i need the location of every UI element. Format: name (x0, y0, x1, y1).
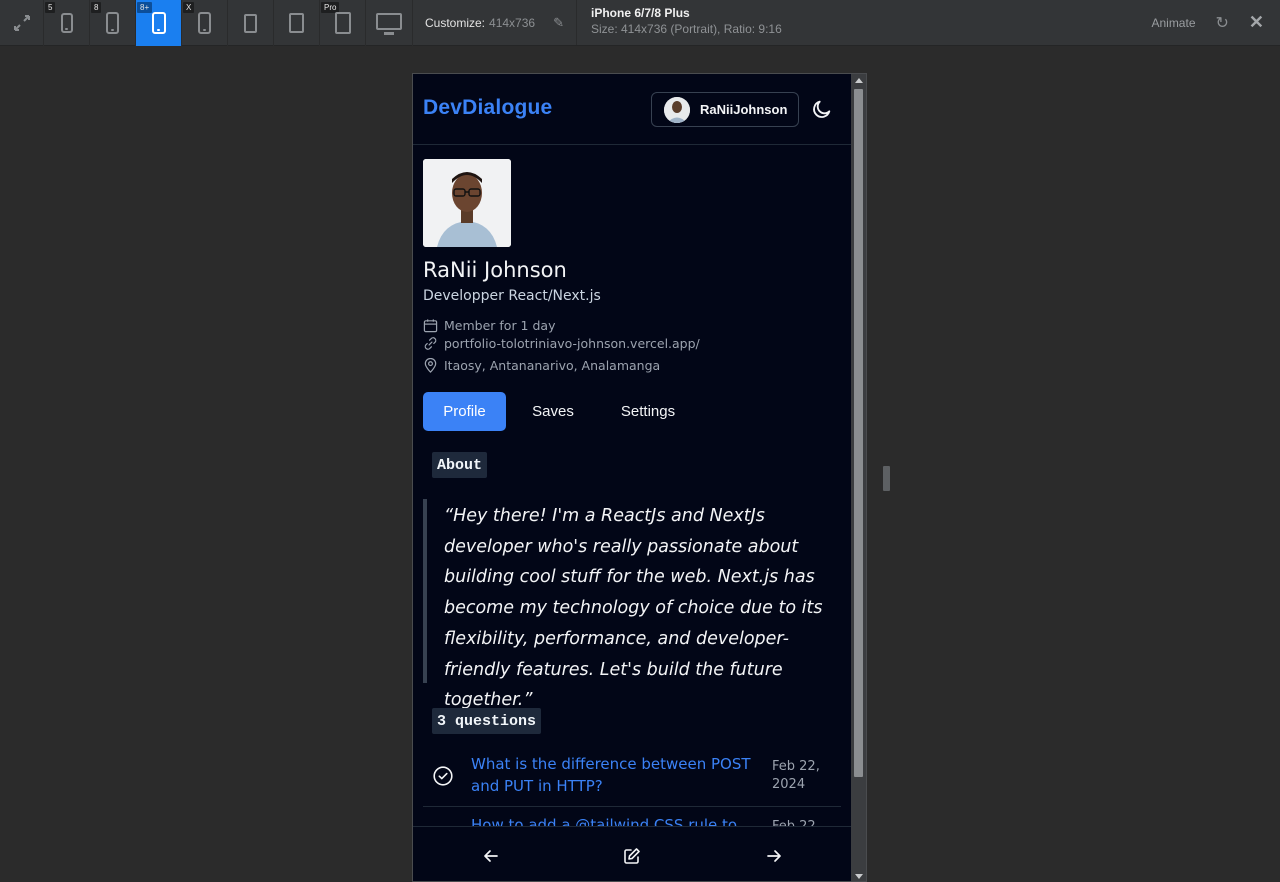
member-since: Member for 1 day (423, 318, 555, 333)
tablet-icon (334, 12, 351, 34)
brand-logo[interactable]: DevDialogue (423, 96, 552, 120)
website-link[interactable]: portfolio-tolotriniavo-johnson.vercel.ap… (444, 336, 700, 351)
phone-icon (151, 12, 166, 34)
device-iphone8plus-button[interactable]: 8+ (136, 0, 182, 46)
tab-profile[interactable]: Profile (423, 392, 506, 431)
questions-heading: 3 questions (432, 708, 542, 734)
phone-icon (60, 13, 73, 33)
device-info: iPhone 6/7/8 Plus Size: 414x736 (Portrai… (577, 0, 796, 45)
device-desktop-button[interactable] (366, 0, 413, 46)
device-tablet-pro-button[interactable]: Pro (320, 0, 366, 46)
scroll-down-arrow-icon[interactable] (855, 874, 863, 879)
monitor-icon (376, 12, 402, 35)
pencil-icon[interactable]: ✎ (553, 15, 564, 31)
device-badge: 5 (45, 2, 56, 13)
device-badge: 8 (91, 2, 102, 13)
about-heading: About (432, 452, 488, 478)
member-since-text: Member for 1 day (444, 318, 556, 333)
phone-icon (106, 12, 119, 34)
customize-size[interactable]: Customize: 414x736 ✎ (413, 0, 577, 45)
fullscreen-toggle-button[interactable] (0, 0, 44, 46)
arrow-left-icon[interactable] (482, 847, 500, 865)
avatar (664, 96, 690, 123)
website-link-row[interactable]: portfolio-tolotriniavo-johnson.vercel.ap… (423, 336, 700, 351)
tablet-icon (289, 13, 304, 33)
bottom-nav (413, 826, 852, 881)
device-viewport: DevDialogue RaNiiJohnson RaNii Johnson D… (412, 73, 867, 882)
expand-arrows-icon (13, 15, 30, 31)
arrow-right-icon[interactable] (765, 847, 783, 865)
device-badge: X (183, 2, 195, 13)
question-title[interactable]: What is the difference between POST and … (471, 753, 761, 797)
device-iphone8-button[interactable]: 8 (90, 0, 136, 46)
device-size: Size: 414x736 (Portrait), Ratio: 9:16 (591, 22, 782, 36)
scroll-thumb[interactable] (854, 89, 863, 777)
customize-value: 414x736 (489, 15, 536, 30)
device-tablet-button[interactable] (274, 0, 320, 46)
edit-icon[interactable] (623, 847, 641, 865)
device-iphone5-button[interactable]: 5 (44, 0, 90, 46)
tablet-icon (244, 13, 257, 33)
phone-icon (198, 12, 211, 34)
customize-label: Customize: (425, 15, 486, 30)
user-menu-button[interactable]: RaNiiJohnson (651, 92, 799, 127)
tab-settings[interactable]: Settings (603, 392, 693, 431)
profile-photo (423, 159, 511, 247)
device-tablet-small-button[interactable] (228, 0, 274, 46)
location-text: Itaosy, Antananarivo, Analamanga (444, 358, 661, 373)
device-name: iPhone 6/7/8 Plus (591, 6, 690, 20)
device-iphonex-button[interactable]: X (182, 0, 228, 46)
scroll-up-arrow-icon[interactable] (855, 78, 863, 83)
viewport-scrollbar[interactable] (851, 74, 866, 881)
location-row: Itaosy, Antananarivo, Analamanga (423, 358, 660, 373)
check-circle-icon (433, 766, 453, 786)
about-quote: “Hey there! I'm a ReactJs and NextJs dev… (423, 499, 841, 710)
question-date: Feb 22, 2024 (772, 759, 820, 792)
rotate-icon[interactable]: ↻ (1216, 13, 1229, 33)
device-badge: 8+ (137, 2, 153, 13)
profile-role: Developper React/Next.js (423, 288, 601, 304)
moon-icon[interactable] (811, 98, 833, 120)
link-icon (424, 337, 437, 350)
tab-saves[interactable]: Saves (518, 392, 588, 431)
username: RaNiiJohnson (700, 102, 788, 117)
map-pin-icon (424, 358, 437, 373)
question-row[interactable]: What is the difference between POST and … (423, 746, 841, 807)
animate-button[interactable]: Animate (1151, 16, 1195, 30)
app-header: DevDialogue RaNiiJohnson (413, 74, 852, 145)
close-icon[interactable]: ✕ (1249, 12, 1264, 33)
profile-name: RaNii Johnson (423, 258, 567, 282)
app-page: DevDialogue RaNiiJohnson RaNii Johnson D… (413, 74, 852, 881)
resize-handle[interactable] (883, 466, 890, 491)
calendar-icon (423, 319, 438, 333)
responsive-toolbar: 5 8 8+ X Pro Customize: 414x736 ✎ iPhone… (0, 0, 1280, 46)
